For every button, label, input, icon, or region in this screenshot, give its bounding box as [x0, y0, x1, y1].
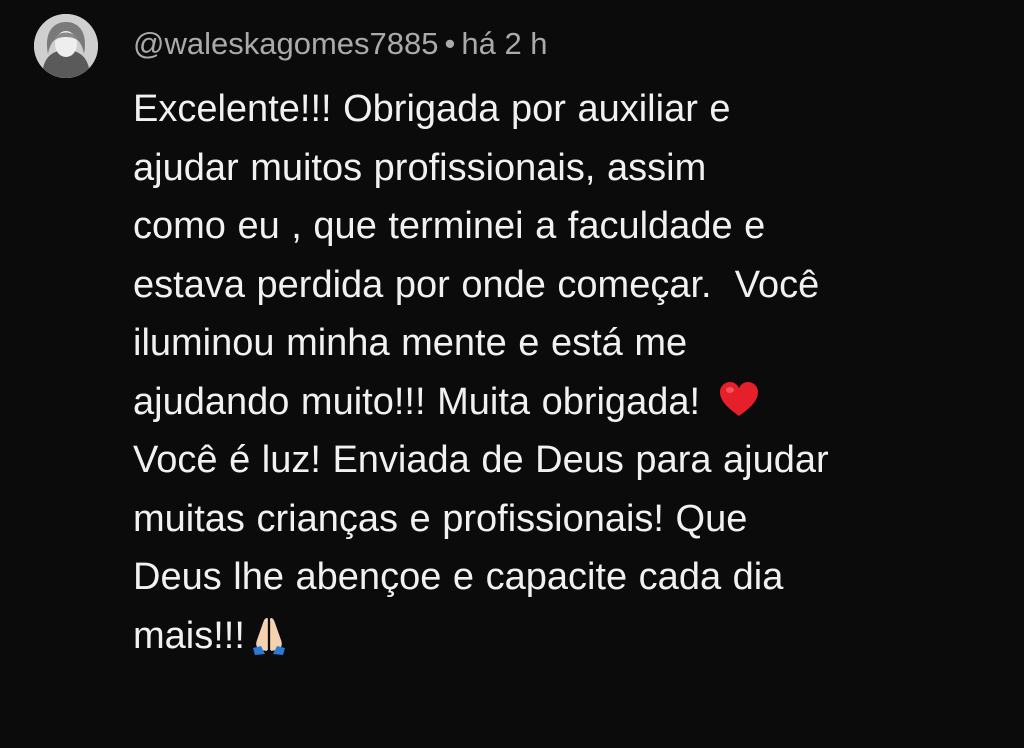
comment-line: ajudando muito!!! Muita obrigada! — [133, 380, 712, 423]
folded-hands-icon — [252, 617, 285, 655]
red-heart-icon — [719, 381, 758, 416]
comment-line: estava perdida por onde começar. Você — [133, 263, 820, 306]
comment-card: @waleskagomes7885 • há 2 h Excelente!!! Ob… — [0, 0, 1024, 748]
comment-line: mais!!! — [133, 614, 245, 657]
comment-line: Deus lhe abençoe e capacite cada dia — [133, 556, 784, 598]
author-name[interactable]: @waleskagomes7885 — [133, 26, 438, 61]
comment-line: muitas crianças e profissionais! Que — [133, 497, 748, 540]
separator: • — [444, 26, 456, 61]
comment-line: Excelente!!! Obrigada por auxiliar e — [133, 88, 731, 130]
avatar-photo-icon — [34, 14, 98, 78]
timestamp[interactable]: há 2 h — [461, 26, 547, 61]
avatar[interactable] — [34, 14, 98, 78]
comment-line: iluminou minha mente e está me — [133, 322, 688, 364]
comment-line: como eu , que terminei a faculdade e — [133, 205, 766, 247]
comment-body: Excelente!!! Obrigada por auxiliar e aju… — [133, 80, 993, 665]
comment-line: ajudar muitos profissionais, assim — [133, 146, 707, 189]
comment-header: @waleskagomes7885 • há 2 h — [133, 24, 548, 64]
comment-line: Você é luz! Enviada de Deus para ajudar — [133, 439, 829, 481]
